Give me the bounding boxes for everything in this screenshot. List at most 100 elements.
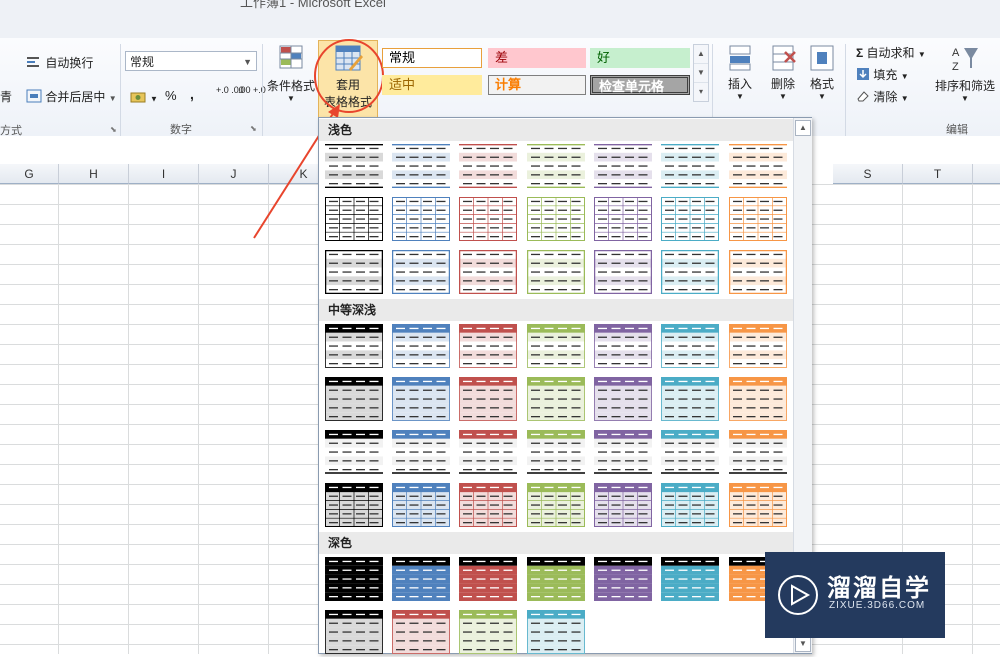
table-style-tile[interactable] [728,249,788,295]
table-style-tile[interactable] [325,143,383,188]
column-header-s[interactable]: S [833,164,903,184]
cell-style-normal[interactable]: 常规 [382,48,482,68]
insert-cells-icon [726,44,754,75]
scroll-down-icon[interactable]: ▼ [795,636,811,652]
orientation-button[interactable]: 青 [0,88,12,105]
table-style-tile[interactable] [392,610,450,654]
autosum-button[interactable]: Σ 自动求和 ▼ [856,44,926,61]
sigma-icon: Σ [856,46,864,60]
table-style-tile[interactable] [459,197,517,241]
table-style-tile[interactable] [392,483,450,527]
table-style-tile[interactable] [661,557,719,601]
table-style-tile[interactable] [325,430,383,474]
comma-button[interactable]: , [190,86,194,102]
table-style-tile[interactable] [527,143,585,188]
more-icon[interactable]: ▾ [694,83,708,101]
cell-style-calculation[interactable]: 计算 [488,75,586,95]
table-style-tile[interactable] [661,197,719,241]
table-style-tile[interactable] [458,249,518,295]
table-style-tile[interactable] [459,377,517,421]
table-style-tile[interactable] [325,197,383,241]
increase-decimal-button[interactable]: +.0 .00 [216,86,244,95]
table-style-tile[interactable] [661,143,719,188]
table-style-tile[interactable] [594,483,652,527]
sort-filter-button[interactable]: AZ 排序和筛选 ▼ [930,42,1000,103]
decrease-decimal-button[interactable]: .00 +.0 [238,86,266,95]
table-style-tile[interactable] [527,197,585,241]
table-style-tile[interactable] [527,324,585,368]
merge-center-button[interactable]: 合并后居中 ▼ [26,88,117,106]
table-style-tile[interactable] [391,249,451,295]
table-style-tile[interactable] [459,610,517,654]
column-header-h[interactable]: H [59,164,129,184]
table-style-tile[interactable] [325,324,383,368]
dialog-launcher-icon[interactable]: ⬊ [110,125,117,134]
table-style-tile[interactable] [527,557,585,601]
table-style-tile[interactable] [392,143,450,188]
scroll-up-icon[interactable]: ▲ [795,120,811,136]
cell-style-neutral[interactable]: 适中 [382,75,482,95]
clear-button[interactable]: 清除 ▼ [856,88,909,106]
table-style-tile[interactable] [392,197,450,241]
table-style-tile[interactable] [594,143,652,188]
table-style-tile[interactable] [594,430,652,474]
table-style-tile[interactable] [392,377,450,421]
table-style-tile[interactable] [594,557,652,601]
accounting-format-button[interactable]: ▼ [130,90,158,107]
cell-styles-gallery-scroll[interactable]: ▲ ▼ ▾ [693,44,709,102]
table-style-tile[interactable] [527,377,585,421]
table-style-tile[interactable] [729,143,787,188]
table-style-tile[interactable] [527,610,585,654]
table-style-tile[interactable] [392,430,450,474]
chevron-down-icon: ▼ [243,57,252,67]
table-style-tile[interactable] [594,197,652,241]
table-style-tile[interactable] [459,324,517,368]
table-style-tile[interactable] [594,377,652,421]
table-style-tile[interactable] [526,249,586,295]
delete-button[interactable]: 删除 ▼ [763,44,803,101]
fill-button[interactable]: 填充 ▼ [856,66,909,84]
table-style-tile[interactable] [593,249,653,295]
table-style-tile[interactable] [729,324,787,368]
table-style-tile[interactable] [459,557,517,601]
format-cells-button[interactable]: 格式 ▼ [803,44,841,101]
table-style-tile[interactable] [729,197,787,241]
percent-button[interactable]: % [165,88,177,103]
table-style-tile[interactable] [661,324,719,368]
table-style-tile[interactable] [324,249,384,295]
table-style-tile[interactable] [392,324,450,368]
table-style-tile[interactable] [527,430,585,474]
column-header-i[interactable]: I [129,164,199,184]
scroll-down-icon[interactable]: ▼ [694,64,708,83]
table-style-tile[interactable] [325,610,383,654]
table-style-tile[interactable] [459,430,517,474]
table-style-tile[interactable] [661,377,719,421]
table-style-tile[interactable] [660,249,720,295]
table-style-tile[interactable] [661,430,719,474]
conditional-format-button[interactable]: 条件格式 ▼ [266,44,316,103]
table-style-tile[interactable] [325,377,383,421]
table-style-tile[interactable] [459,143,517,188]
number-format-dropdown[interactable]: 常规 ▼ [125,51,257,71]
table-style-tile[interactable] [325,483,383,527]
column-header-partial[interactable] [973,164,1000,184]
table-style-tile[interactable] [325,557,383,601]
table-style-tile[interactable] [594,324,652,368]
column-header-t[interactable]: T [903,164,973,184]
scroll-up-icon[interactable]: ▲ [694,45,708,64]
table-style-tile[interactable] [392,557,450,601]
cell-style-good[interactable]: 好 [590,48,690,68]
table-style-tile[interactable] [729,483,787,527]
fill-label: 填充 [873,68,898,82]
cell-style-label: 常规 [389,50,416,65]
table-style-tile[interactable] [527,483,585,527]
table-style-tile[interactable] [661,483,719,527]
cell-style-check-cell[interactable]: 检查单元格 [590,75,690,95]
table-style-tile[interactable] [459,483,517,527]
table-style-tile[interactable] [729,377,787,421]
wrap-text-button[interactable]: 自动换行 [26,54,93,72]
column-header-g[interactable]: G [0,164,59,184]
cell-style-bad[interactable]: 差 [488,48,586,68]
table-style-tile[interactable] [729,430,787,474]
insert-button[interactable]: 插入 ▼ [720,44,760,101]
